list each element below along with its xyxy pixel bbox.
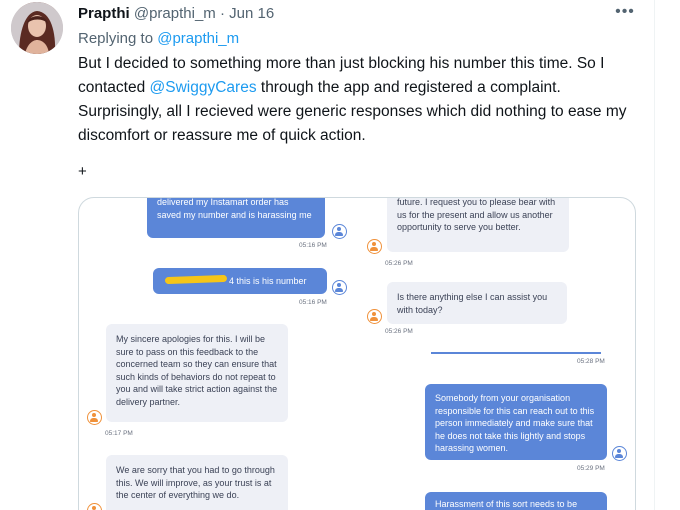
chat-message: 4 this is his number <box>229 276 307 286</box>
tweet-header: Prapthi @prapthi_m · Jun 16 <box>78 4 274 24</box>
tweet: Prapthi @prapthi_m · Jun 16 ••• Replying… <box>0 0 680 510</box>
mention-link[interactable]: @SwiggyCares <box>150 79 257 96</box>
replying-prefix: Replying to <box>78 30 154 47</box>
chat-message: Harassment of this sort needs to be <box>435 499 578 509</box>
chat-bubble-user: 4 this is his number <box>153 268 327 294</box>
chat-message: Somebody from your organisation responsi… <box>435 393 595 453</box>
chat-time: 05:29 PM <box>577 465 605 472</box>
replying-to-line: Replying to @prapthi_m <box>78 29 239 49</box>
replying-to-link[interactable]: @prapthi_m <box>157 30 239 47</box>
agent-icon <box>367 309 382 324</box>
chat-time: 05:26 PM <box>385 260 413 267</box>
separator: · <box>219 5 225 22</box>
chat-bubble-agent: future. I request you to please bear wit… <box>387 197 569 252</box>
chat-time: 05:28 PM <box>577 358 605 365</box>
chat-message: Is there anything else I can assist you … <box>397 292 548 315</box>
tweet-date[interactable]: Jun 16 <box>229 5 274 22</box>
author-handle[interactable]: @prapthi_m <box>134 5 216 22</box>
chat-message: We are sorry that you had to go through … <box>116 465 275 500</box>
tweet-text: But I decided to something more than jus… <box>78 52 648 148</box>
chat-bubble-agent: My sincere apologies for this. I will be… <box>106 324 288 422</box>
chat-bubble-user <box>431 352 601 354</box>
redaction-scribble <box>164 274 228 285</box>
timeline-divider <box>654 0 655 510</box>
chat-bubble-user: Harassment of this sort needs to be <box>425 492 607 510</box>
plus-sign: + <box>78 163 87 180</box>
agent-icon <box>367 239 382 254</box>
author-name[interactable]: Prapthi <box>78 5 130 22</box>
chat-time: 05:16 PM <box>299 242 327 249</box>
chat-message: My sincere apologies for this. I will be… <box>116 334 278 407</box>
user-icon <box>612 446 627 461</box>
more-horizontal-icon[interactable]: ••• <box>612 4 638 24</box>
agent-icon <box>87 503 102 510</box>
chat-bubble-agent: Is there anything else I can assist you … <box>387 282 567 324</box>
chat-time: 05:26 PM <box>385 328 413 335</box>
chat-bubble-agent: We are sorry that you had to go through … <box>106 455 288 510</box>
user-icon <box>332 280 347 295</box>
agent-icon <box>87 410 102 425</box>
avatar[interactable] <box>11 2 63 54</box>
tweet-image[interactable]: delivered my Instamart order has saved m… <box>78 197 636 510</box>
chat-time: 05:17 PM <box>105 430 133 437</box>
chat-bubble-user: Somebody from your organisation responsi… <box>425 384 607 460</box>
chat-bubble-user: delivered my Instamart order has saved m… <box>147 197 325 238</box>
chat-time: 05:16 PM <box>299 299 327 306</box>
chat-message: delivered my Instamart order has saved m… <box>157 197 312 220</box>
chat-message: future. I request you to please bear wit… <box>397 197 556 232</box>
user-icon <box>332 224 347 239</box>
